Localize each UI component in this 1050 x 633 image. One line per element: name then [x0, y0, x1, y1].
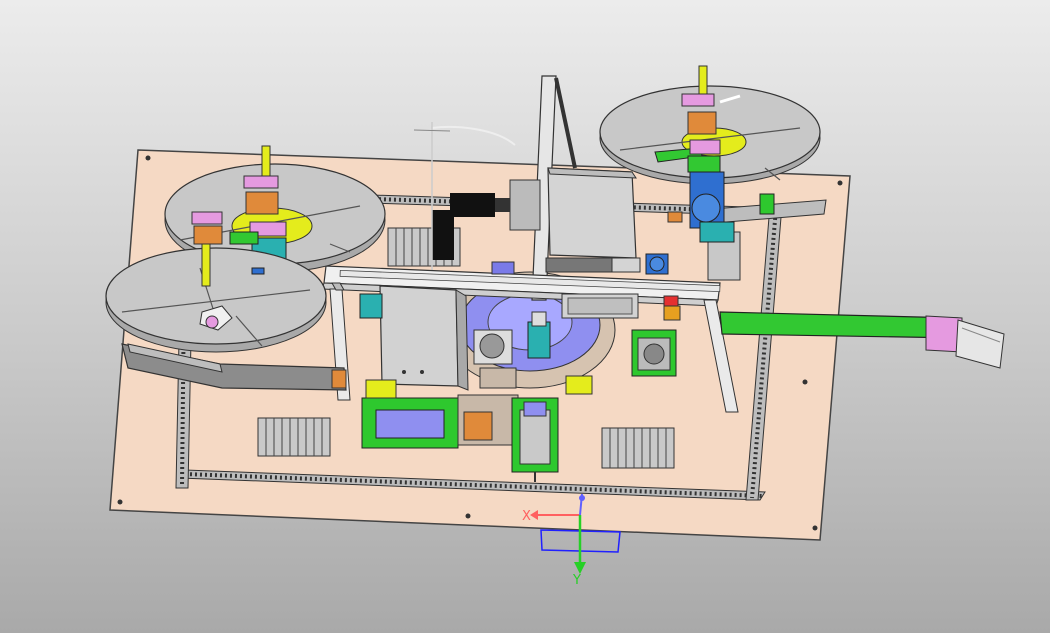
triad-x-label: X [522, 509, 531, 524]
workstation-base [361, 394, 519, 449]
enclosure-left [379, 285, 469, 391]
cad-viewport[interactable]: X Y [0, 0, 1050, 633]
air-hose [431, 125, 516, 146]
assembly-drawing: X Y [105, 65, 1005, 588]
reel-left-bottom[interactable] [105, 247, 327, 353]
heatsink-right [601, 427, 675, 469]
heatsink-left [257, 417, 331, 457]
gear-motor [473, 329, 517, 389]
triad-y-label: Y [572, 573, 581, 588]
press-unit [511, 397, 559, 482]
